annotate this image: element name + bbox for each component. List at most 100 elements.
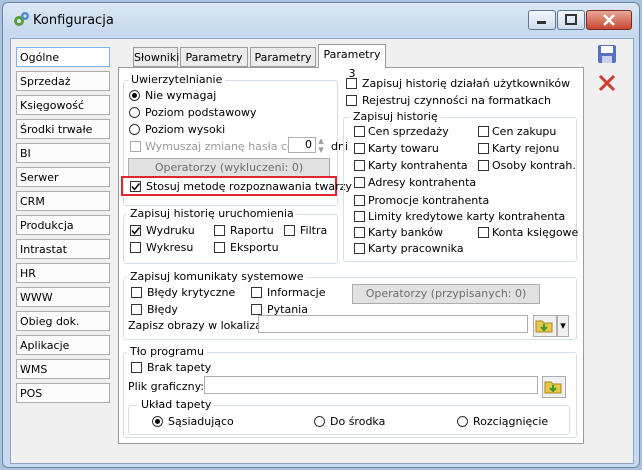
system-messages-title: Zapisuj komunikaty systemowe [127,270,307,283]
history-item-checkbox[interactable] [354,211,365,222]
form-actions-checkbox[interactable] [346,95,357,106]
folder-arrow-icon [535,320,553,333]
history-item-checkbox[interactable] [478,126,489,137]
spin-down-icon: ▾ [318,143,324,156]
sidebar-item-intrastat[interactable]: Intrastat [16,239,110,259]
sidebar-item-ogólne[interactable]: Ogólne [16,47,110,67]
launch-history-filtra-label: Filtra [300,224,328,237]
history-item-checkbox[interactable] [354,143,365,154]
delete-x-icon [598,74,616,92]
sidebar-item-www[interactable]: WWW [16,287,110,307]
history-item-checkbox[interactable] [354,227,365,238]
auth-option-none-label: Nie wymagaj [145,89,217,102]
form-actions-label: Rejestruj czynności na formatkach [362,94,552,107]
tab-parametry-3[interactable]: Parametry 3 [318,44,386,80]
auth-option-basic-radio[interactable] [129,107,140,118]
information-checkbox[interactable] [251,287,262,298]
history-item-checkbox[interactable] [354,160,365,171]
sidebar-item-hr[interactable]: HR [16,263,110,283]
close-window-button[interactable] [586,10,632,30]
background-group-title: Tło programu [127,345,207,358]
history-group [343,117,577,262]
layout-center-radio[interactable] [314,416,325,427]
sidebar-item-księgowość[interactable]: Księgowość [16,95,110,115]
history-item-label: Limity kredytowe karty kontrahenta [368,210,566,223]
history-item-label: Adresy kontrahenta [368,176,477,189]
launch-history-wykresu-checkbox[interactable] [130,242,141,253]
errors-checkbox[interactable] [131,304,142,315]
face-recognition-checkbox[interactable] [130,181,141,192]
no-wallpaper-checkbox[interactable] [131,362,142,373]
app-gear-icon [12,11,30,29]
auth-option-high-radio[interactable] [129,124,140,135]
sidebar-item-pos[interactable]: POS [16,383,110,403]
sidebar-item-bi[interactable]: BI [16,143,110,163]
launch-history-raportu-checkbox[interactable] [214,225,225,236]
sidebar-item-obieg-dok-[interactable]: Obieg dok. [16,311,110,331]
sidebar-item-wms[interactable]: WMS [16,359,110,379]
history-item-checkbox[interactable] [354,177,365,188]
sidebar-item-środki-trwałe[interactable]: Środki trwałe [16,119,110,139]
history-item-checkbox[interactable] [354,126,365,137]
history-item-checkbox[interactable] [478,227,489,238]
critical-errors-checkbox[interactable] [131,287,142,298]
history-item-checkbox[interactable] [354,243,365,254]
tab-slowniki[interactable]: Słowniki [133,47,179,67]
auth-operators-button[interactable]: Operatorzy (wykluczeni: 0) [128,158,330,178]
tab-parametry-1[interactable]: Parametry 1 [180,47,248,83]
launch-history-wydruku-checkbox[interactable] [130,225,141,236]
critical-errors-label: Błędy krytyczne [147,286,236,299]
errors-label: Błędy [147,303,178,316]
launch-history-group [123,214,338,264]
layout-stretch-label: Rozciągnięcie [473,415,549,428]
history-item-label: Promocje kontrahenta [368,194,490,207]
save-images-path-input[interactable] [258,315,528,333]
launch-history-wydruku-label: Wydruku [146,224,195,237]
layout-tile-radio[interactable] [152,416,163,427]
history-item-label: Karty towaru [368,142,439,155]
password-days-value: 0 [305,138,312,151]
save-button[interactable] [596,43,620,65]
launch-history-eksportu-checkbox[interactable] [214,242,225,253]
launch-history-filtra-checkbox[interactable] [284,225,295,236]
history-item-label: Karty kontrahenta [368,159,468,172]
sidebar-item-produkcja[interactable]: Produkcja [16,215,110,235]
sidebar-item-aplikacje[interactable]: Aplikacje [16,335,110,355]
save-images-label: Zapisz obrazy w lokalizacji [128,319,275,332]
face-recognition-label: Stosuj metodę rozpoznawania twarzy [146,180,352,193]
launch-history-wykresu-label: Wykresu [146,241,194,254]
history-item-label: Konta księgowe [492,226,579,239]
maximize-button[interactable] [557,10,585,30]
launch-history-title: Zapisuj historię uruchomienia [127,207,297,220]
force-password-change-checkbox[interactable] [130,141,141,152]
launch-history-eksportu-label: Eksportu [230,241,279,254]
save-images-dropdown[interactable]: ▾ [557,315,569,337]
system-operators-button[interactable]: Operatorzy (przypisanych: 0) [352,284,540,304]
save-images-browse-button[interactable] [533,315,557,337]
history-group-title: Zapisuj historię [350,110,441,123]
sidebar-item-sprzedaż[interactable]: Sprzedaż [16,71,110,91]
password-days-spinner[interactable]: ▴ ▾ [316,135,326,156]
launch-history-raportu-label: Raportu [230,224,274,237]
information-label: Informacje [267,286,326,299]
minimize-button[interactable] [528,10,556,30]
questions-checkbox[interactable] [251,304,262,315]
sidebar-item-serwer-wydruków[interactable]: Serwer wydruków [16,167,110,204]
password-days-input[interactable]: 0 [288,137,316,153]
history-item-label: Cen zakupu [492,125,557,138]
tab-parametry-2[interactable]: Parametry 2 [250,47,316,83]
delete-button[interactable] [596,72,620,94]
window-title: Konfiguracja [33,13,114,28]
user-actions-history-checkbox[interactable] [346,78,357,89]
layout-stretch-radio[interactable] [457,416,468,427]
no-wallpaper-label: Brak tapety [147,361,212,374]
history-item-checkbox[interactable] [354,195,365,206]
image-file-input[interactable] [204,376,538,394]
history-item-checkbox[interactable] [478,160,489,171]
image-file-browse-button[interactable] [542,376,566,398]
auth-option-none-radio[interactable] [129,90,140,101]
history-item-label: Karty banków [368,226,444,239]
folder-arrow-icon [544,381,562,394]
history-item-checkbox[interactable] [478,143,489,154]
sidebar-item-crm[interactable]: CRM [16,191,110,211]
